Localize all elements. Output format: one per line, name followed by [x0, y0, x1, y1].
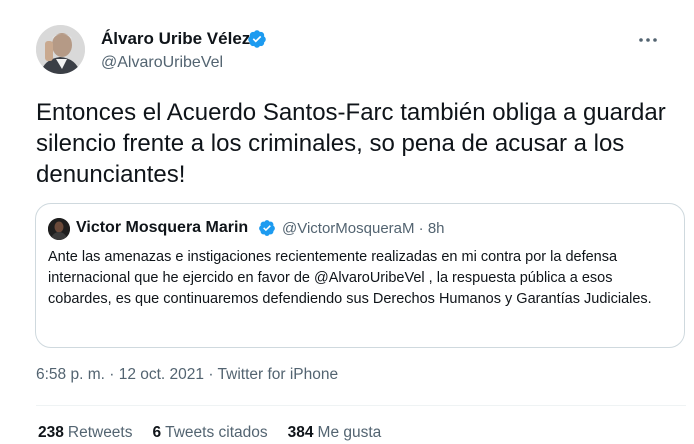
quote-tweets-stat[interactable]: 6 Tweets citados [153, 424, 268, 442]
retweets-label: Retweets [67, 424, 133, 441]
quote-tweets-label: Tweets citados [165, 424, 268, 441]
tweet-text: Entonces el Acuerdo Santos-Farc también … [36, 99, 666, 188]
verified-badge-icon [248, 30, 266, 48]
tweet-timestamp-source[interactable]: 6:58 p. m. · 12 oct. 2021 · Twitter for … [36, 366, 338, 384]
quoted-tweet-text: Ante las amenazas e instigaciones recien… [48, 249, 652, 307]
tweet-card: Álvaro Uribe Vélez @AlvaroUribeVel Enton… [0, 0, 694, 444]
likes-stat[interactable]: 384 Me gusta [288, 424, 382, 442]
quoted-handle-time[interactable]: @VictorMosqueraM · 8h [282, 220, 445, 237]
retweets-count: 238 [38, 424, 64, 441]
engagement-stats: 238 Retweets 6 Tweets citados 384 Me gusta [38, 424, 401, 444]
retweets-stat[interactable]: 238 Retweets [38, 424, 133, 442]
quoted-author-name[interactable]: Victor Mosquera Marin [76, 219, 248, 237]
quoted-tweet[interactable]: Victor Mosquera Marin @VictorMosqueraM ·… [35, 203, 685, 348]
author-handle[interactable]: @AlvaroUribeVel [101, 54, 223, 72]
more-options-button[interactable] [636, 30, 660, 50]
more-horizontal-icon [639, 38, 657, 42]
likes-count: 384 [287, 424, 314, 441]
author-avatar[interactable] [36, 25, 85, 74]
divider [36, 405, 686, 406]
quoted-author-avatar[interactable] [48, 218, 70, 240]
quote-tweets-count: 6 [152, 424, 162, 441]
verified-badge-icon [259, 220, 275, 236]
likes-label: Me gusta [317, 424, 382, 441]
author-name[interactable]: Álvaro Uribe Vélez [101, 29, 250, 49]
